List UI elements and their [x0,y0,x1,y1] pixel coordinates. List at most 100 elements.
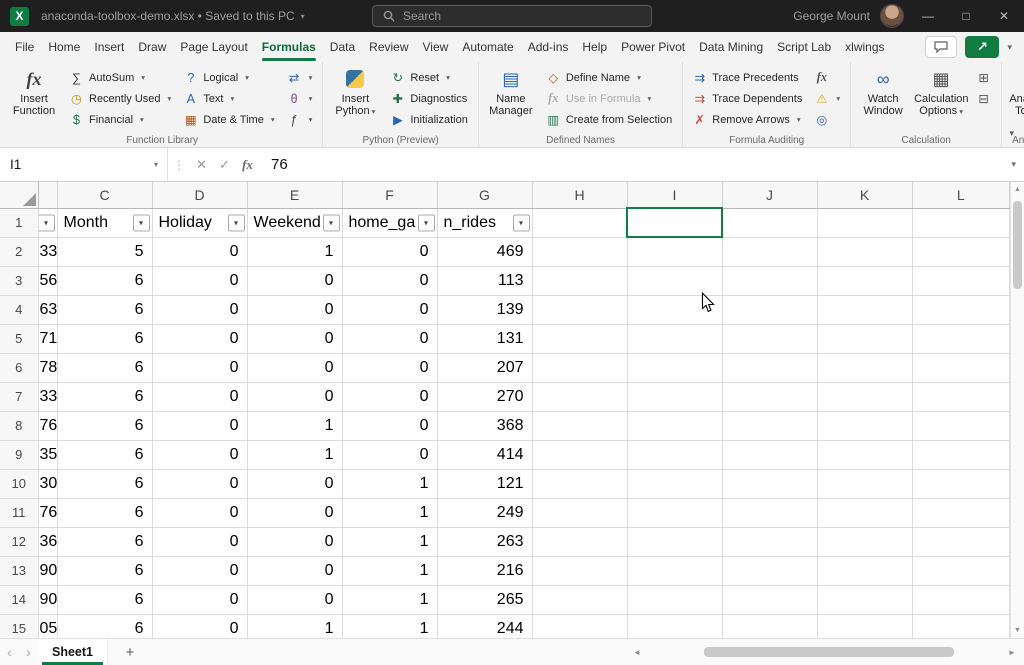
cell[interactable]: 0 [247,527,342,556]
cell[interactable]: 6 [57,469,152,498]
cell[interactable] [912,469,1010,498]
use-in-formula-button[interactable]: fxUse in Formula▾ [541,88,677,109]
cell[interactable]: 0 [342,295,437,324]
cell[interactable]: 0 [342,324,437,353]
ribbon-tab-xlwings[interactable]: xlwings [838,32,891,62]
cell[interactable]: 0 [247,585,342,614]
ribbon-tab-add-ins[interactable]: Add-ins [521,32,576,62]
recently-used-button[interactable]: ◷Recently Used▾ [64,88,176,109]
cell[interactable]: 78 [38,353,57,382]
cell[interactable]: 0 [247,556,342,585]
text-button[interactable]: AText▾ [178,88,279,109]
financial-button[interactable]: $Financial▾ [64,109,176,130]
cell[interactable]: Month▾ [57,208,152,237]
cell[interactable] [627,382,722,411]
ribbon-tab-data[interactable]: Data [323,32,362,62]
cell[interactable] [532,498,627,527]
cell[interactable]: 6 [57,295,152,324]
define-name-button[interactable]: ◇Define Name▾ [541,67,677,88]
vertical-scroll-thumb[interactable] [1013,201,1022,289]
cell[interactable]: 0 [247,324,342,353]
cell[interactable]: 414 [437,440,532,469]
cell[interactable]: 0 [152,498,247,527]
cell[interactable] [627,295,722,324]
cell[interactable] [532,353,627,382]
filter-button[interactable]: ▾ [228,214,245,231]
select-all-corner[interactable] [0,182,38,208]
cell[interactable] [817,411,912,440]
cell[interactable] [722,382,817,411]
cell[interactable] [627,440,722,469]
cell[interactable]: 1 [342,527,437,556]
cell[interactable]: 0 [342,382,437,411]
cell[interactable] [627,324,722,353]
logical-button[interactable]: ?Logical▾ [178,67,279,88]
cell[interactable]: 6 [57,585,152,614]
cell[interactable]: 263 [437,527,532,556]
cell[interactable]: 0 [342,411,437,440]
cell[interactable]: Holiday▾ [152,208,247,237]
trace-dependents-button[interactable]: ⇉Trace Dependents [687,88,807,109]
cell[interactable]: 0 [152,585,247,614]
cell[interactable]: 6 [57,614,152,638]
ribbon-tab-automate[interactable]: Automate [455,32,520,62]
cell[interactable]: 0 [152,614,247,638]
cell[interactable]: 0 [152,295,247,324]
cell[interactable] [722,411,817,440]
cell[interactable]: 6 [57,498,152,527]
date-and-time-button[interactable]: ▦Date & Time▾ [178,109,279,130]
cell[interactable]: 207 [437,353,532,382]
cell[interactable] [627,266,722,295]
cell[interactable]: 6 [57,324,152,353]
cell[interactable]: 216 [437,556,532,585]
error-checking-button[interactable]: ⚠▾ [809,88,845,109]
name-manager-button[interactable]: ▤Name Manager [483,65,539,117]
collapse-ribbon-chevron-icon[interactable]: ▾ [1009,128,1014,139]
horizontal-scroll-thumb[interactable] [704,647,954,657]
scroll-right-icon[interactable]: ► [1005,648,1019,657]
cell[interactable]: 0 [342,440,437,469]
cell[interactable]: 0 [247,498,342,527]
cell[interactable] [912,237,1010,266]
add-sheet-button[interactable]: + [120,644,140,661]
row-header-1[interactable]: 1 [0,208,38,237]
ribbon-tab-page-layout[interactable]: Page Layout [173,32,254,62]
cell[interactable] [722,324,817,353]
cell[interactable] [722,353,817,382]
cell[interactable]: 249 [437,498,532,527]
cell[interactable]: 35 [38,440,57,469]
cell[interactable] [532,237,627,266]
cell[interactable]: 0 [247,469,342,498]
cell[interactable]: 0 [342,266,437,295]
lookup-and-reference-button[interactable]: ⇄▾ [282,67,318,88]
row-header-11[interactable]: 11 [0,498,38,527]
column-header-J[interactable]: J [722,182,817,208]
row-header-5[interactable]: 5 [0,324,38,353]
vertical-scroll-track[interactable] [1011,197,1024,623]
filter-button[interactable]: ▾ [323,214,340,231]
cell[interactable] [912,614,1010,638]
cell[interactable] [722,208,817,237]
row-header-14[interactable]: 14 [0,585,38,614]
document-title[interactable]: anaconda-toolbox-demo.xlsx • Saved to th… [41,9,305,23]
row-header-2[interactable]: 2 [0,237,38,266]
cell[interactable] [817,614,912,638]
cell[interactable]: 1 [247,440,342,469]
name-box[interactable]: I1 ▾ [0,148,168,181]
remove-arrows-button[interactable]: ✗Remove Arrows▾ [687,109,807,130]
cell[interactable] [912,527,1010,556]
chevron-down-icon[interactable]: ▾ [154,160,158,169]
cell[interactable] [912,382,1010,411]
cell[interactable] [532,411,627,440]
column-header-K[interactable]: K [817,182,912,208]
cell[interactable]: 30 [38,469,57,498]
cell[interactable]: 76 [38,498,57,527]
scroll-up-icon[interactable]: ▲ [1011,182,1024,197]
calculate-now-button[interactable]: ⊞ [971,67,996,88]
cell[interactable]: 6 [57,382,152,411]
cell[interactable] [912,353,1010,382]
cell[interactable] [912,498,1010,527]
cell[interactable]: 0 [342,237,437,266]
cell[interactable]: 1 [342,498,437,527]
cell[interactable]: 5 [57,237,152,266]
